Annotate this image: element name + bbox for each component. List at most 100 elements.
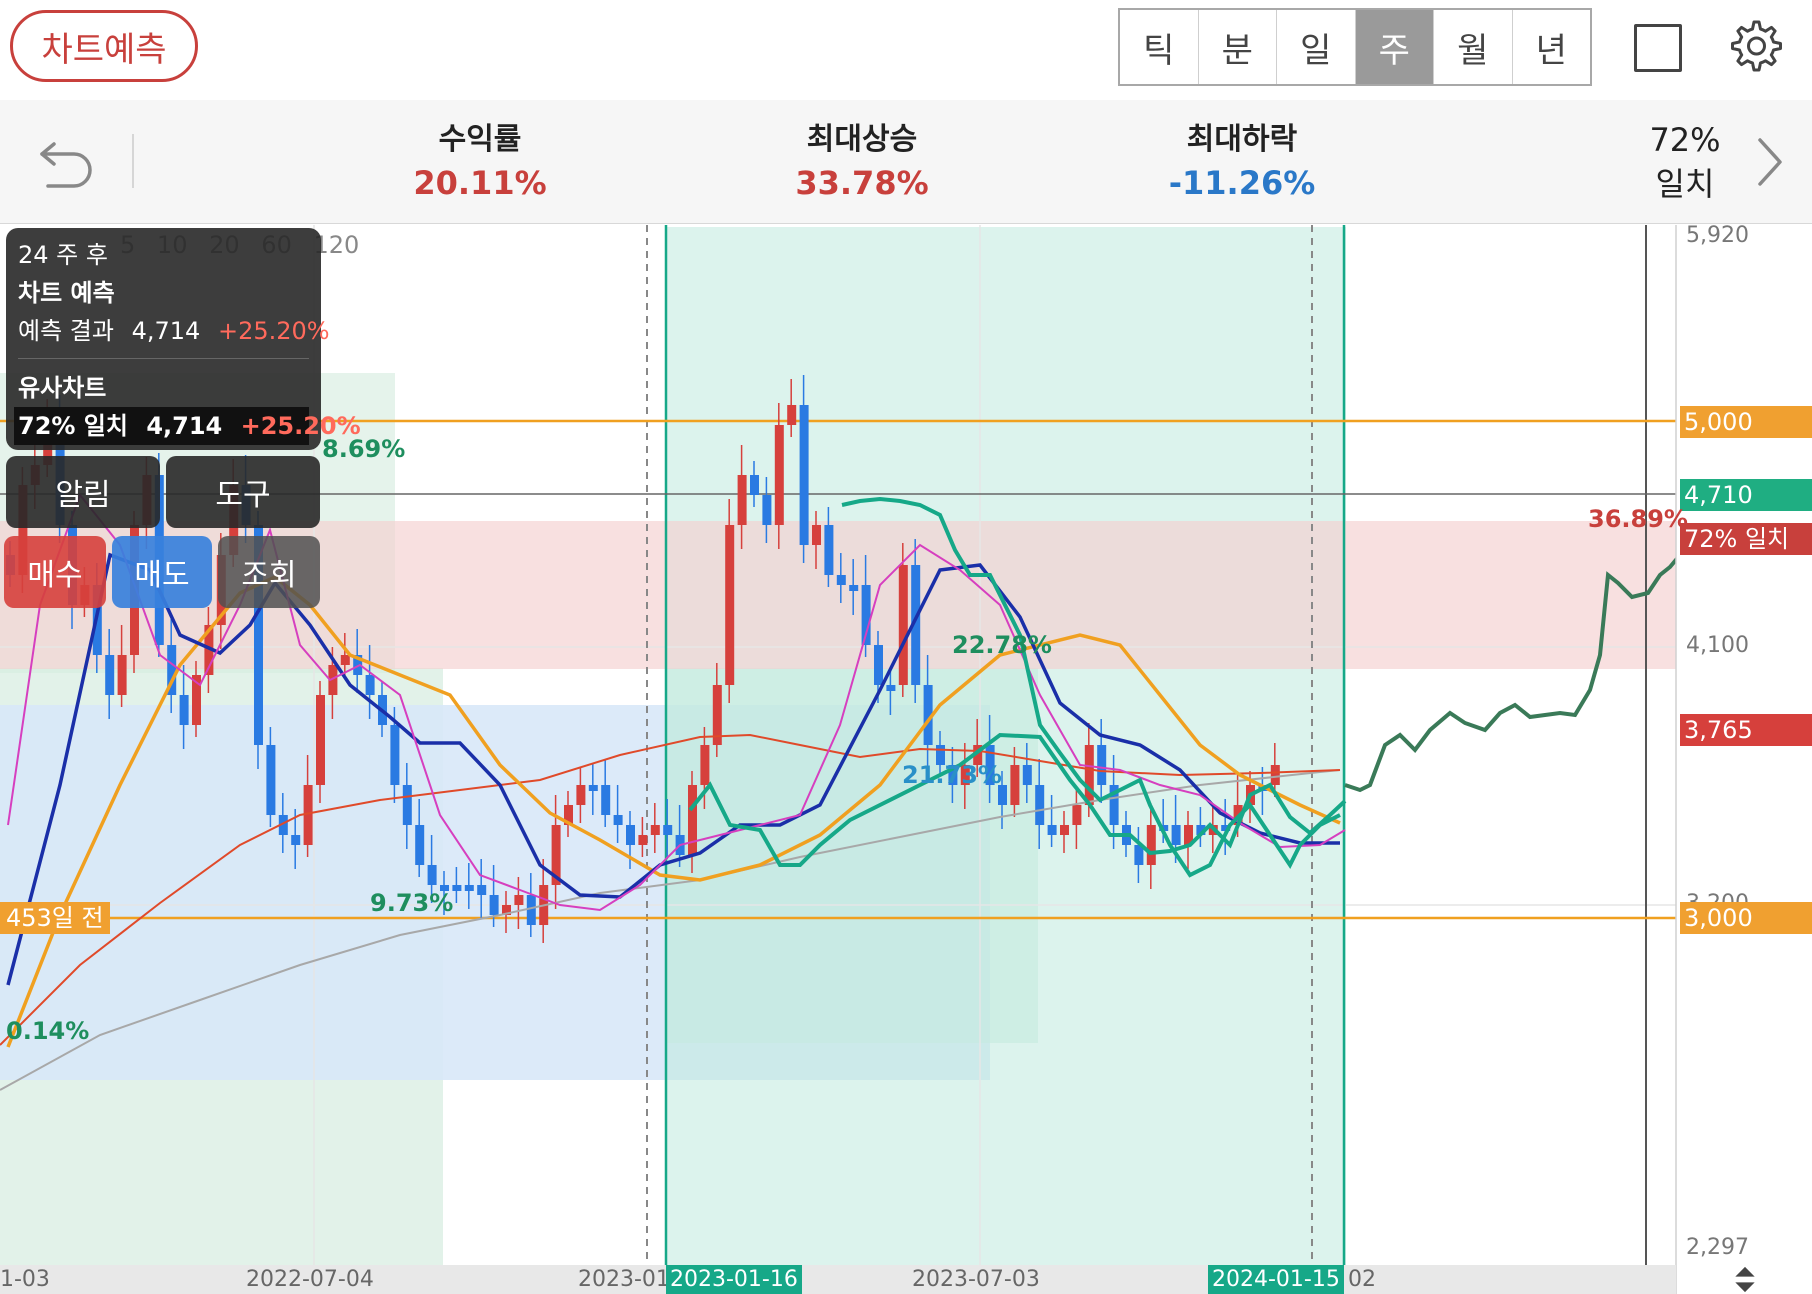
prediction-info-panel: 24 주 후 차트 예측 예측 결과 4,714 +25.20% 유사차트 72…	[6, 228, 361, 450]
pct-label-c: 22.78%	[952, 631, 1052, 659]
alarm-button[interactable]: 알림	[6, 456, 160, 528]
candle-body	[799, 405, 809, 545]
candle-body	[886, 685, 896, 691]
candle-body	[179, 695, 189, 725]
candle-body	[638, 835, 648, 845]
price-tick-2297: 2,297	[1686, 1235, 1749, 1260]
candle-body	[700, 745, 710, 785]
price-tag-match: 72% 일치	[1680, 523, 1812, 555]
range-start-label: 2023-01-16	[666, 1265, 802, 1294]
date-tick-1: 2022-07-04	[246, 1267, 374, 1292]
info-result-price: 4,714	[131, 317, 201, 345]
candle-body	[1270, 765, 1280, 785]
fullscreen-square-icon[interactable]	[1634, 24, 1682, 72]
candle-body	[812, 525, 821, 545]
tab-week[interactable]: 주	[1355, 10, 1434, 84]
undo-back-icon[interactable]	[34, 130, 98, 194]
info-similar-row: 72% 일치 4,714 +25.20%	[14, 407, 361, 445]
candle-body	[849, 585, 859, 591]
candle-body	[774, 425, 784, 525]
similar-range	[666, 227, 1346, 1265]
candle-body	[415, 825, 425, 865]
candle-body	[737, 475, 747, 525]
stat-return-value: 20.11%	[413, 164, 547, 202]
tool-button[interactable]: 도구	[166, 456, 320, 528]
price-tick-4100: 4,100	[1686, 633, 1749, 658]
candle-body	[266, 745, 276, 815]
price-tag-3000: 3,000	[1680, 902, 1812, 934]
period-tabs: 틱 분 일 주 월 년	[1118, 8, 1592, 86]
tab-tick[interactable]: 틱	[1120, 10, 1199, 84]
candle-body	[402, 785, 412, 825]
date-tick-3: 2023-07-03	[912, 1267, 1040, 1292]
candle-body	[874, 645, 883, 685]
tab-day[interactable]: 일	[1277, 10, 1356, 84]
info-similar-label: 72% 일치	[18, 412, 128, 440]
tab-minute[interactable]: 분	[1199, 10, 1277, 84]
sell-button[interactable]: 매도	[112, 536, 212, 608]
candle-body	[601, 785, 611, 815]
candle-body	[105, 655, 115, 695]
candle-body	[1146, 825, 1156, 865]
match-indicator[interactable]: 72% 일치	[1620, 118, 1750, 206]
candle-body	[588, 785, 598, 791]
candle-body	[340, 655, 350, 665]
info-similar-title: 유사차트	[18, 374, 107, 402]
date-tick-5: 02	[1348, 1267, 1376, 1292]
info-similar-price: 4,714	[146, 412, 223, 440]
candle-body	[526, 895, 536, 925]
date-tick-0: 1-03	[0, 1267, 50, 1292]
candle-body	[489, 895, 499, 915]
candle-body	[1035, 785, 1045, 825]
price-tick-5920: 5,920	[1686, 223, 1749, 248]
candle-body	[477, 885, 487, 895]
range-end-label: 2024-01-15	[1208, 1265, 1344, 1294]
candle-body	[613, 815, 623, 825]
stat-return: 수익률 20.11%	[370, 120, 590, 206]
gear-icon[interactable]	[1724, 16, 1784, 76]
candle-body	[650, 825, 660, 835]
price-tag-5000: 5,000	[1680, 406, 1812, 438]
candle-body	[514, 895, 524, 905]
tab-year[interactable]: 년	[1513, 10, 1591, 84]
candle-body	[1072, 805, 1082, 825]
candle-body	[1060, 825, 1069, 835]
chevron-right-icon[interactable]	[1750, 134, 1790, 190]
query-button[interactable]: 조회	[218, 536, 320, 608]
pct-label-f: 36.89%	[1588, 505, 1688, 533]
stat-max-up-label: 최대상승	[806, 122, 918, 157]
candle-body	[576, 785, 586, 805]
match-value: 72%	[1649, 121, 1721, 159]
candle-body	[316, 695, 325, 785]
candle-body	[452, 885, 462, 891]
candle-body	[291, 835, 301, 845]
price-tag-base: 3,765	[1680, 714, 1812, 746]
top-toolbar: 차트예측 틱 분 일 주 월 년	[0, 0, 1812, 100]
candle-body	[762, 495, 772, 525]
candle-body	[725, 525, 735, 685]
info-title: 차트 예측	[18, 279, 115, 307]
candle-body	[1047, 825, 1057, 835]
buy-button[interactable]: 매수	[4, 536, 106, 608]
pct-label-e: 0.14%	[6, 1017, 90, 1045]
pct-label-b: 9.73%	[370, 889, 454, 917]
tab-month[interactable]: 월	[1434, 10, 1513, 84]
stat-max-down: 최대하락 -11.26%	[1132, 120, 1352, 206]
candle-body	[1171, 825, 1181, 845]
info-result-row: 예측 결과 4,714 +25.20%	[18, 312, 330, 350]
divider	[132, 134, 134, 188]
price-tag-current: 4,710	[1680, 479, 1812, 511]
info-horizon: 24 주 후	[18, 241, 108, 269]
candle-body	[365, 675, 375, 695]
candle-body	[1022, 765, 1032, 785]
info-result-change: +25.20%	[217, 317, 330, 345]
scroll-arrows-icon[interactable]	[1730, 1265, 1760, 1294]
stat-max-up: 최대상승 33.78%	[752, 120, 972, 206]
chart-predict-button[interactable]: 차트예측	[10, 10, 198, 82]
candle-body	[1010, 765, 1020, 805]
candle-body	[824, 525, 834, 575]
candle-body	[688, 785, 697, 855]
match-label: 일치	[1655, 165, 1715, 203]
stat-max-down-value: -11.26%	[1168, 164, 1316, 202]
stats-bar: 수익률 20.11% 최대상승 33.78% 최대하락 -11.26% 72% …	[0, 100, 1812, 224]
